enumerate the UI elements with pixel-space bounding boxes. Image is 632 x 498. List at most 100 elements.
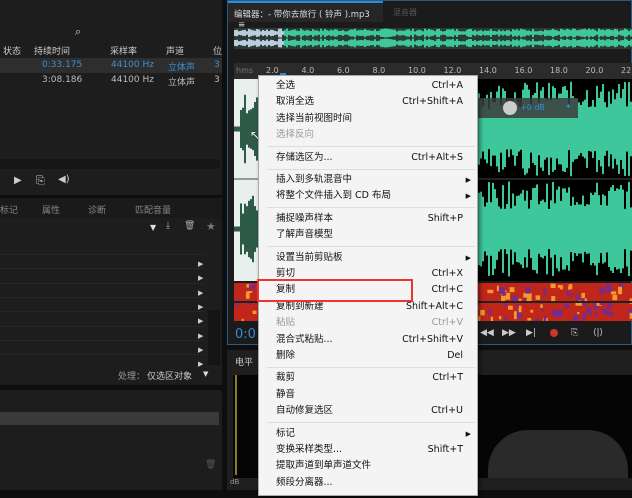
expand-arrow-icon[interactable]: ▶ (198, 260, 203, 268)
menu-item[interactable]: 捕捉噪声样本 Shift+P (259, 211, 477, 227)
menu-item[interactable]: 提取声道到单声道文件 (259, 458, 477, 474)
bits: 3 (214, 75, 220, 85)
pin-icon[interactable]: ✦ (565, 102, 572, 111)
effect-slot[interactable] (0, 311, 205, 313)
mixer-tab[interactable]: 混音器 (393, 7, 417, 18)
gain-knob-icon[interactable] (503, 101, 517, 115)
search-icon[interactable]: ⌕ (75, 25, 81, 39)
effect-slot[interactable] (0, 296, 205, 298)
col-channels[interactable]: 声道 (166, 44, 184, 57)
menu-item[interactable]: 插入到多轨混音中 ▶ (259, 172, 477, 188)
menu-item[interactable]: 选择反向 (259, 127, 477, 143)
skip-end-icon[interactable]: ▶| (526, 328, 536, 338)
import-icon[interactable]: ⤓ (166, 221, 170, 231)
play-icon[interactable]: ▶ (14, 175, 22, 186)
menu-item[interactable]: 全选 Ctrl+A (259, 78, 477, 94)
menu-item[interactable]: 存储选区为... Ctrl+Alt+S (259, 150, 477, 166)
scrollbar[interactable] (208, 310, 220, 365)
spectral-cell (518, 305, 522, 313)
menu-item[interactable]: 选择当前视图时间 (259, 111, 477, 127)
waveform-bar (512, 193, 514, 265)
tab-diagnostics[interactable]: 诊断 (88, 203, 106, 216)
overview-bar (450, 29, 452, 37)
dropdown-icon[interactable]: ▼ (150, 223, 156, 232)
menu-item[interactable]: 静音 (259, 387, 477, 403)
col-duration[interactable]: 持续时间 (34, 44, 70, 57)
menu-item-shortcut: Shift+Alt+C (405, 300, 463, 312)
skip-selection-icon[interactable]: ⟨|⟩ (593, 328, 603, 338)
effect-slot[interactable] (0, 325, 205, 327)
expand-arrow-icon[interactable]: ▶ (198, 274, 203, 282)
effect-slot[interactable] (0, 339, 205, 341)
overview-bar (536, 31, 538, 35)
expand-arrow-icon[interactable]: ▶ (198, 332, 203, 340)
file-row[interactable]: 0:33.175 44100 Hz 立体声 3 (0, 58, 222, 73)
tab-properties[interactable]: 属性 (42, 203, 60, 216)
spectral-cell (602, 308, 609, 314)
tab-markers[interactable]: 标记 (0, 203, 18, 216)
volume-icon[interactable]: ◀) (58, 174, 70, 185)
waveform-bar (248, 200, 250, 258)
col-rate[interactable]: 采样率 (110, 44, 137, 57)
overview-bar (412, 28, 414, 38)
overview-bar (518, 40, 520, 46)
waveform-bar (606, 205, 608, 253)
overview-bar (546, 40, 548, 46)
star-icon[interactable]: ★ (206, 220, 216, 233)
spectral-cell (246, 291, 253, 294)
fast-forward-icon[interactable]: ▶▶ (502, 328, 516, 338)
effect-slot[interactable] (0, 282, 205, 284)
overview-bar (452, 28, 454, 38)
menu-item[interactable]: 了解声音模型 (259, 227, 477, 243)
spectral-cell (518, 298, 522, 301)
menu-item[interactable]: 混合式粘贴... Ctrl+Shift+V (259, 332, 477, 348)
menu-item[interactable]: 粘贴 Ctrl+V (259, 315, 477, 331)
effect-slot[interactable] (0, 254, 205, 255)
overview-bar (482, 31, 484, 35)
expand-arrow-icon[interactable]: ▶ (198, 289, 203, 297)
menu-item[interactable]: 将整个文件插入到 CD 布局 ▶ (259, 188, 477, 204)
level-label: 电平 (235, 358, 254, 368)
overview-bar (562, 29, 564, 37)
overview-bar (612, 40, 614, 46)
rewind-icon[interactable]: ◀◀ (480, 328, 494, 338)
menu-item[interactable]: 裁剪 Ctrl+T (259, 370, 477, 386)
col-bits[interactable]: 位 (213, 44, 222, 57)
menu-item[interactable]: 自动修复选区 Ctrl+U (259, 403, 477, 419)
editor-tab[interactable]: 编辑器：- 带你去旅行 ( 铃声 ).mp3 ≡ (228, 1, 383, 30)
effect-slot[interactable] (0, 354, 205, 356)
overview-waveform[interactable] (234, 28, 632, 49)
expand-arrow-icon[interactable]: ▶ (198, 303, 203, 311)
expand-arrow-icon[interactable]: ▶ (198, 346, 203, 354)
rate: 44100 Hz (111, 60, 154, 70)
overview-bar (288, 30, 290, 36)
process-select[interactable]: 仅选区对象 (147, 369, 192, 382)
menu-item[interactable]: 设置当前剪贴板 ▶ (259, 250, 477, 266)
menu-item[interactable]: 取消全选 Ctrl+Shift+A (259, 94, 477, 110)
record-icon[interactable] (550, 329, 558, 337)
menu-item[interactable]: 变换采样类型... Shift+T (259, 442, 477, 458)
overview-bar (408, 29, 410, 37)
expand-arrow-icon[interactable]: ▶ (198, 317, 203, 325)
col-status[interactable]: 状态 (3, 44, 21, 57)
loop-icon[interactable]: ⎘ (571, 328, 578, 338)
overview-bar (584, 28, 586, 38)
trash-icon[interactable]: 🗑 (184, 221, 195, 231)
overview-bar (562, 39, 564, 47)
menu-item-shortcut: Ctrl+A (431, 80, 463, 91)
trash-icon[interactable]: 🗑 (205, 460, 216, 470)
menu-item[interactable]: 频段分离器... (259, 475, 477, 491)
tab-match-volume[interactable]: 匹配音量 (135, 203, 171, 216)
menu-item[interactable]: 删除 Del (259, 348, 477, 364)
gain-value[interactable]: +0 dB (520, 103, 545, 112)
overview-bar (344, 41, 346, 45)
spectral-cell (541, 309, 545, 312)
menu-item[interactable]: 标记 ▶ (259, 426, 477, 442)
history-item[interactable] (0, 412, 219, 425)
loop-icon[interactable]: ⎘ (36, 174, 45, 188)
effect-slot[interactable] (0, 268, 205, 270)
file-row[interactable]: 3:08.186 44100 Hz 立体声 3 (0, 73, 222, 88)
chevron-down-icon[interactable]: ▼ (203, 370, 208, 378)
expand-arrow-icon[interactable]: ▶ (198, 360, 203, 368)
overview-bar (260, 31, 262, 35)
